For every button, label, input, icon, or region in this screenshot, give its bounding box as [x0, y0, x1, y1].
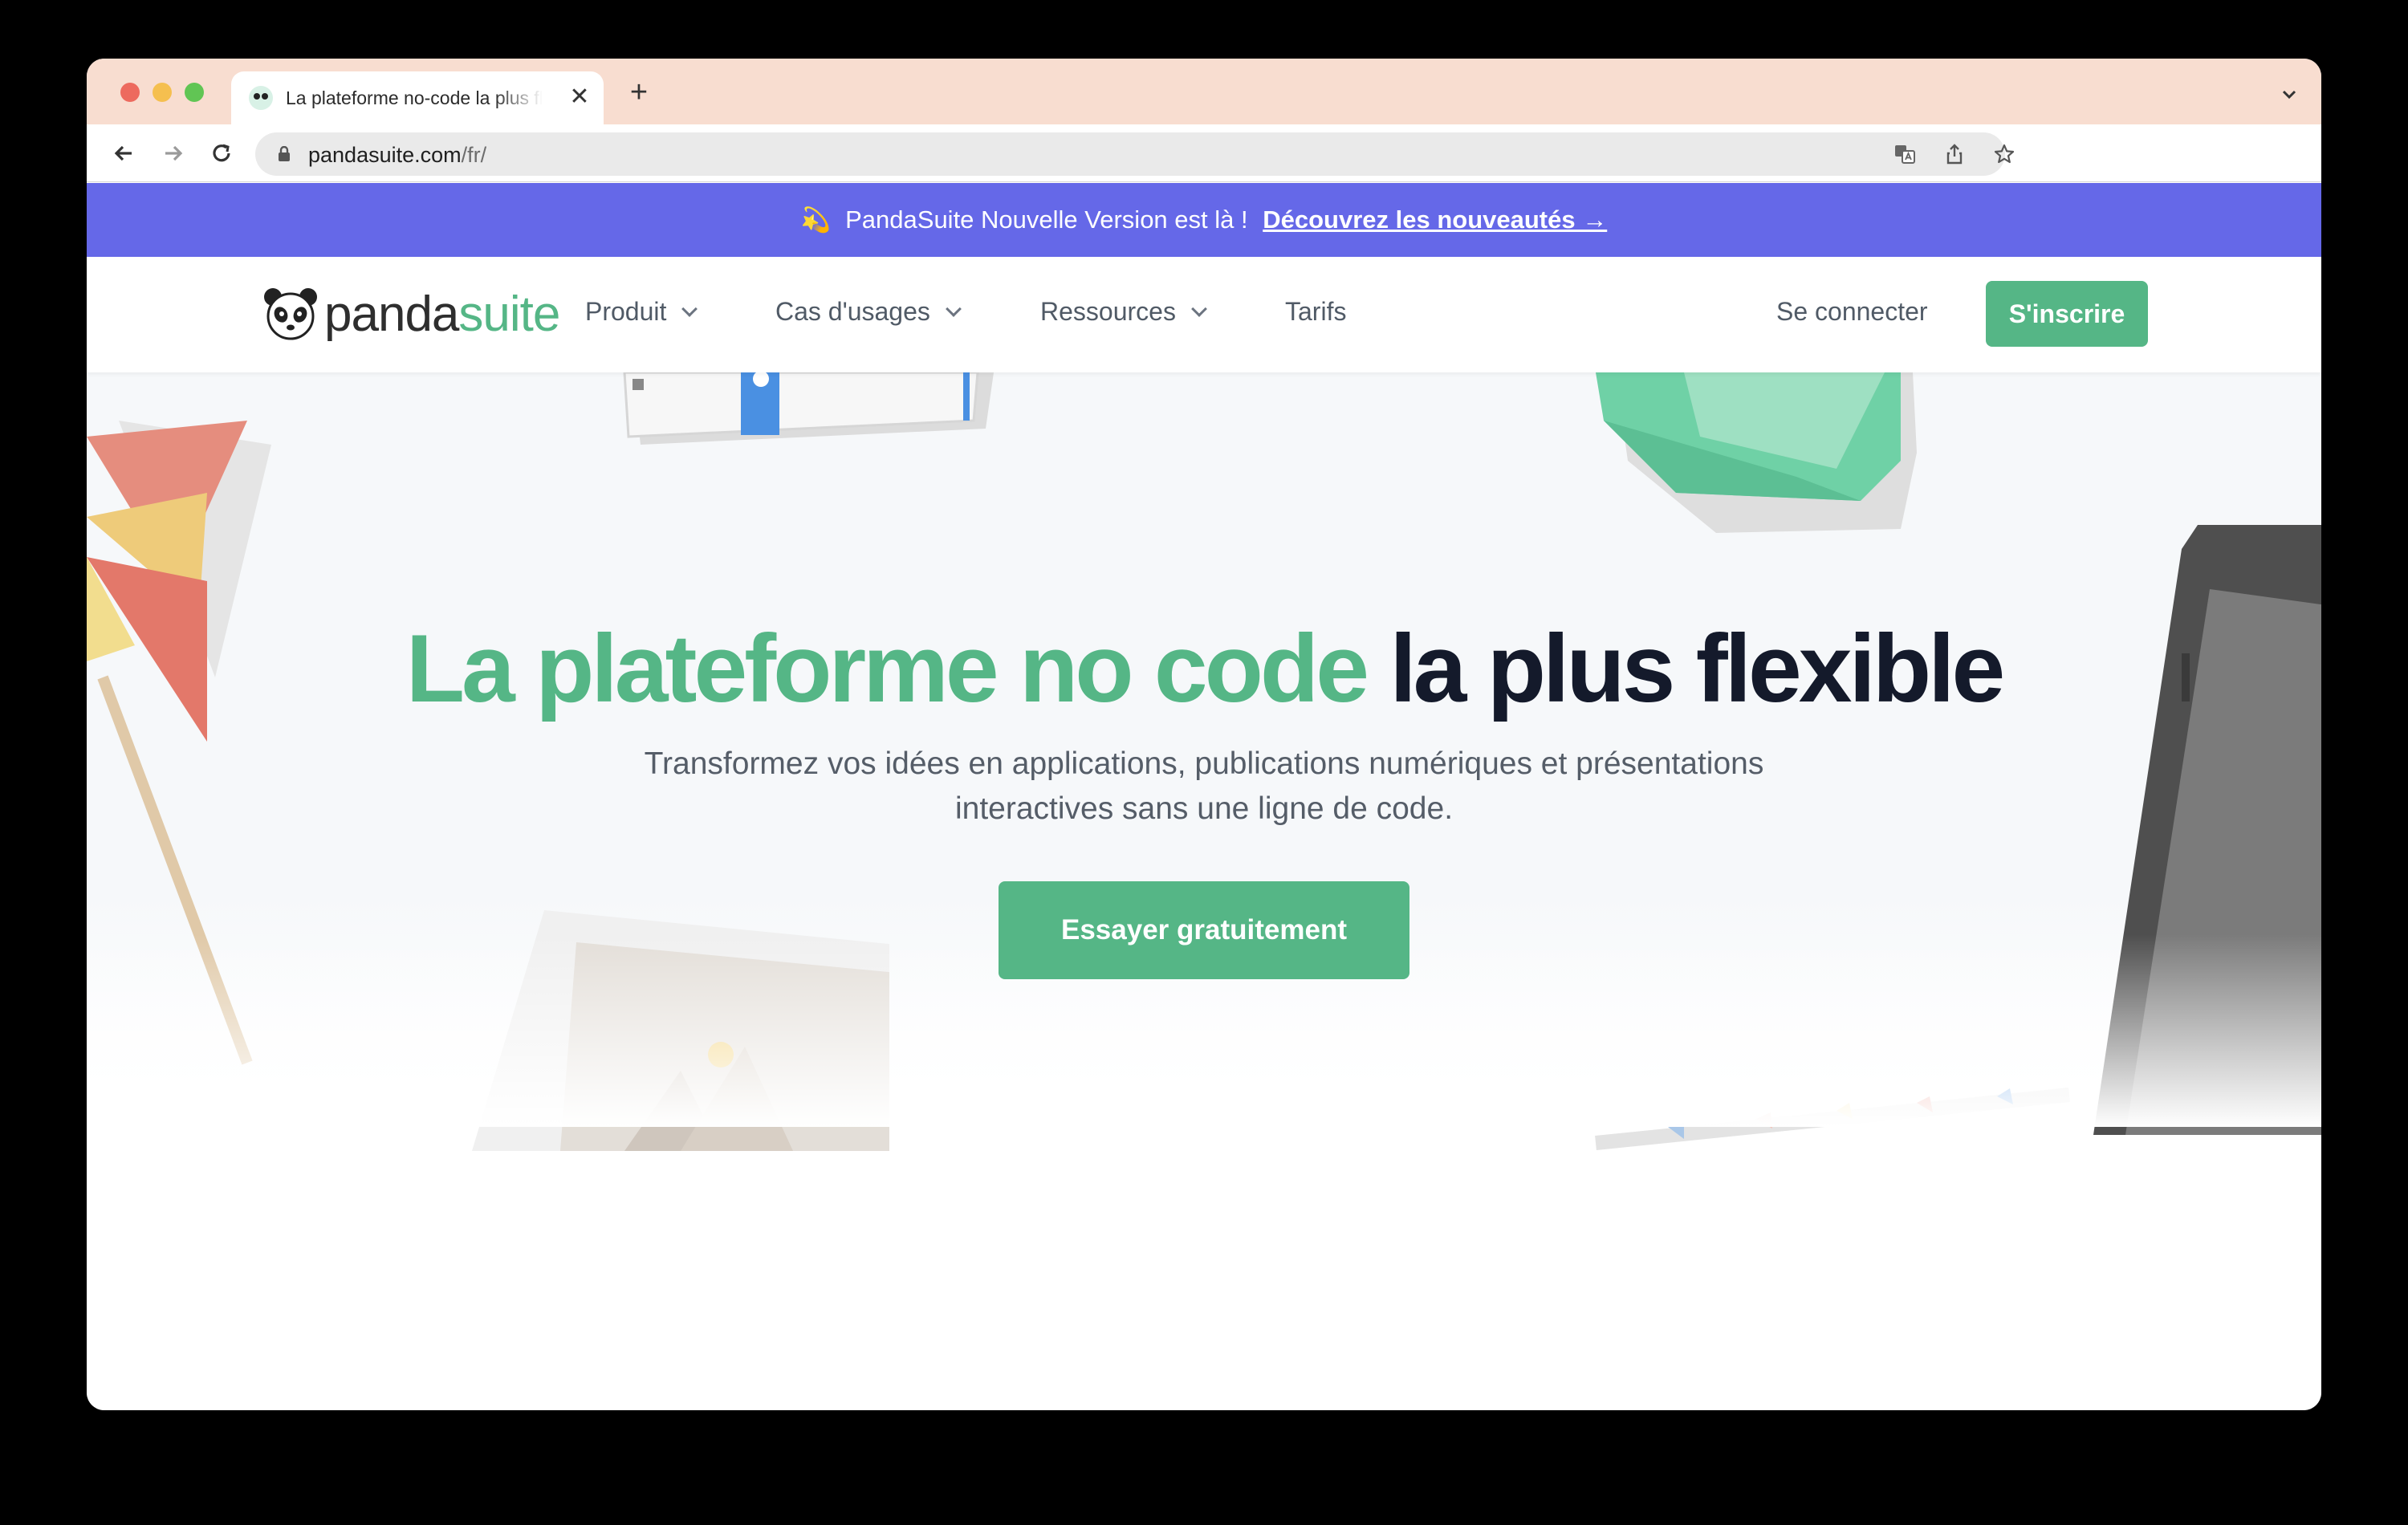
address-bar[interactable]: pandasuite.com/fr/: [255, 132, 2015, 176]
nav-item-label: Produit: [585, 297, 667, 326]
lock-icon: [279, 146, 290, 161]
panda-favicon-icon: [249, 86, 273, 110]
logo-suite-text: suite: [458, 287, 560, 342]
hero-section: La plateforme no code la plus flexible T…: [87, 372, 2321, 1410]
browser-tab[interactable]: La plateforme no-code la plus flexible ✕: [231, 71, 604, 124]
try-free-button[interactable]: Essayer gratuitement: [999, 881, 1409, 979]
url-path: /fr/: [461, 143, 487, 167]
chevron-down-icon: [1191, 301, 1207, 317]
chevron-down-icon: [945, 301, 962, 317]
announcement-text: PandaSuite Nouvelle Version est là !: [845, 205, 1248, 234]
dizzy-star-icon: 💫: [800, 207, 832, 234]
logo-panda-text: panda: [324, 287, 459, 342]
close-tab-icon[interactable]: ✕: [565, 83, 594, 112]
forward-arrow-icon[interactable]: [157, 137, 189, 169]
panda-logo-icon: [264, 288, 317, 340]
nav-item-ressources[interactable]: Ressources: [1040, 297, 1207, 327]
hero-subtitle: Transformez vos idées en applications, p…: [644, 746, 1764, 826]
close-window-button[interactable]: [120, 83, 140, 102]
login-link[interactable]: Se connecter: [1776, 297, 1928, 327]
nav-item-cas-usages[interactable]: Cas d'usages: [775, 297, 962, 327]
new-tab-button[interactable]: +: [623, 76, 655, 108]
tab-bar: La plateforme no-code la plus flexible ✕…: [87, 59, 2321, 124]
signup-button[interactable]: S'inscrire: [1986, 281, 2148, 347]
logo-wordmark: pandasuite: [324, 286, 560, 343]
url-host: pandasuite.com: [308, 143, 462, 167]
headline-rest: la plus flexible: [1389, 615, 2005, 722]
maximize-window-button[interactable]: [185, 83, 204, 102]
browser-window: La plateforme no-code la plus flexible ✕…: [87, 59, 2321, 1410]
pandasuite-logo[interactable]: pandasuite: [262, 284, 560, 345]
chevron-down-icon[interactable]: [2278, 83, 2300, 105]
site-header: pandasuite Produit Cas d'usages Ressourc…: [87, 257, 2321, 372]
url-text: pandasuite.com/fr/: [308, 143, 486, 168]
translate-icon[interactable]: [1893, 142, 1917, 166]
nav-item-label: Ressources: [1040, 297, 1176, 326]
announcement-link[interactable]: Découvrez les nouveautés →: [1263, 205, 1607, 234]
nav-item-produit[interactable]: Produit: [585, 297, 698, 327]
headline-highlight: La plateforme no code: [405, 615, 1369, 722]
bookmark-star-icon[interactable]: [1992, 142, 2016, 166]
nav-item-tarifs[interactable]: Tarifs: [1285, 297, 1346, 327]
announcement-banner: 💫 PandaSuite Nouvelle Version est là ! Dé…: [87, 183, 2321, 257]
back-arrow-icon[interactable]: [108, 137, 140, 169]
reload-icon[interactable]: [205, 137, 238, 169]
nav-item-label: Cas d'usages: [775, 297, 930, 326]
chevron-down-icon: [681, 301, 698, 317]
browser-toolbar: pandasuite.com/fr/: [87, 124, 2321, 182]
tab-title: La plateforme no-code la plus flexible: [286, 87, 543, 109]
hero-headline: La plateforme no code la plus flexible: [87, 613, 2321, 724]
usb-drive-illustration: [623, 372, 994, 445]
share-icon[interactable]: [1942, 142, 1967, 166]
green-gem-illustration: [1596, 372, 1917, 533]
minimize-window-button[interactable]: [153, 83, 172, 102]
